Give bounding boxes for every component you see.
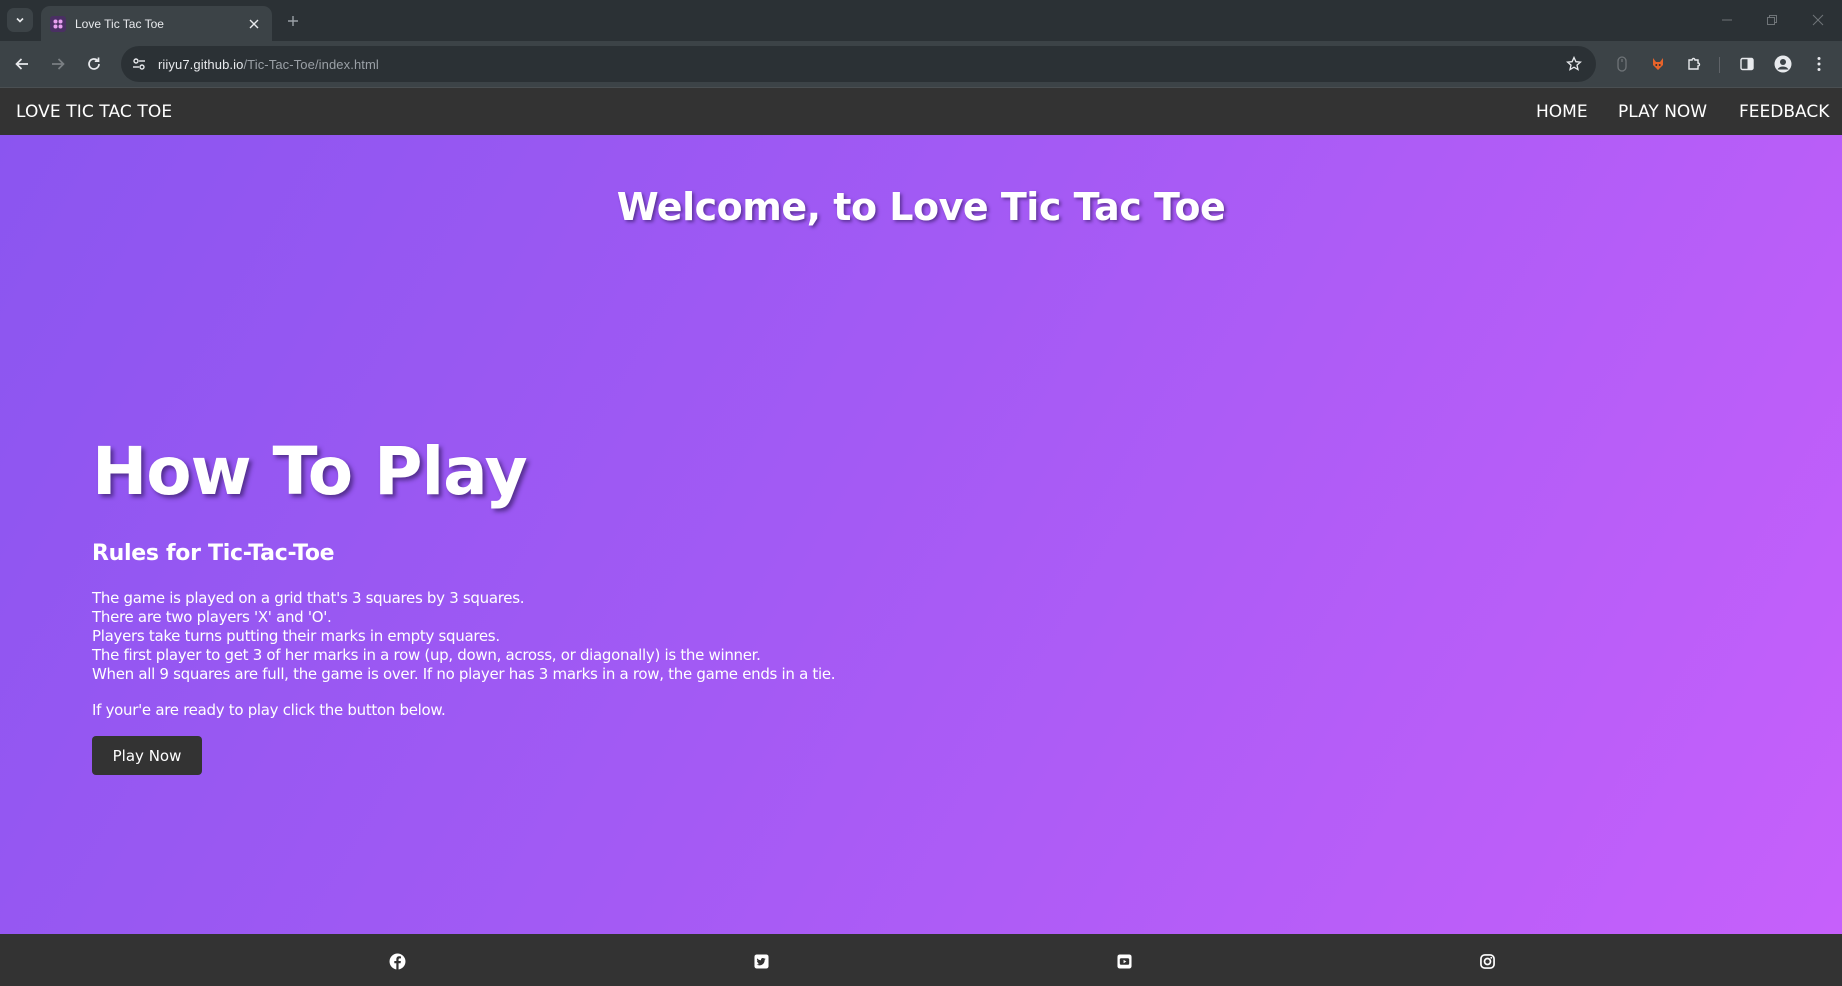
url-path: /Tic-Tac-Toe/index.html: [243, 56, 379, 72]
rules-list: The game is played on a grid that's 3 sq…: [92, 589, 836, 684]
back-button[interactable]: [7, 49, 37, 79]
reload-button[interactable]: [79, 49, 109, 79]
tab-close-button[interactable]: [245, 15, 263, 33]
address-bar[interactable]: riiyu7.github.io/Tic-Tac-Toe/index.html: [121, 46, 1596, 82]
url-host: riiyu7.github.io: [158, 56, 244, 72]
site-navbar: LOVE TIC TAC TOE HOME PLAY NOW FEEDBACK: [0, 87, 1842, 135]
close-icon: [1812, 14, 1824, 26]
url-text: riiyu7.github.io/Tic-Tac-Toe/index.html: [158, 57, 379, 72]
profile-button[interactable]: [1768, 49, 1798, 79]
rule-line: When all 9 squares are full, the game is…: [92, 665, 836, 683]
twitter-icon: [753, 953, 769, 969]
tab-title: Love Tic Tac Toe: [75, 16, 164, 31]
restore-icon: [1767, 15, 1777, 25]
mouse-icon: [1617, 56, 1627, 72]
arrow-right-icon: [52, 58, 65, 70]
profile-avatar-icon: [1774, 55, 1792, 73]
rules-title: Rules for Tic-Tac-Toe: [92, 541, 335, 566]
hero-section: Welcome, to Love Tic Tac Toe How To Play…: [0, 135, 1842, 934]
toolbar-divider: [1719, 57, 1720, 73]
bookmark-button[interactable]: [1562, 52, 1586, 76]
rule-line: Players take turns putting their marks i…: [92, 627, 500, 645]
minimize-icon: [1722, 19, 1732, 21]
nav-link-feedback[interactable]: FEEDBACK: [1739, 102, 1829, 122]
fox-extension-icon: [1653, 58, 1663, 70]
extension-fox-button[interactable]: [1643, 49, 1673, 79]
browser-toolbar: riiyu7.github.io/Tic-Tac-Toe/index.html: [0, 41, 1842, 87]
new-tab-button[interactable]: [282, 10, 304, 32]
how-to-play-heading: How To Play: [92, 433, 528, 510]
forward-button[interactable]: [43, 49, 73, 79]
twitter-link[interactable]: [752, 952, 770, 970]
browser-menu-button[interactable]: [1804, 49, 1834, 79]
puzzle-icon: [1688, 57, 1701, 70]
arrow-left-icon: [15, 58, 28, 70]
youtube-link[interactable]: [1115, 952, 1133, 970]
reload-icon: [88, 57, 100, 70]
close-icon: [249, 19, 259, 28]
browser-tab-active[interactable]: Love Tic Tac Toe: [41, 6, 272, 41]
youtube-icon: [1116, 953, 1132, 969]
site-info-button[interactable]: [126, 51, 152, 77]
side-panel-button[interactable]: [1732, 49, 1762, 79]
browser-tab-bar: Love Tic Tac Toe: [0, 0, 1842, 41]
instagram-icon: [1479, 953, 1495, 969]
tune-icon: [133, 58, 145, 70]
facebook-icon: [389, 953, 405, 970]
site-brand-link[interactable]: LOVE TIC TAC TOE: [16, 102, 172, 122]
chevron-down-icon: [16, 17, 24, 23]
extensions-button[interactable]: [1679, 49, 1709, 79]
restore-window-button[interactable]: [1759, 8, 1785, 32]
welcome-heading: Welcome, to Love Tic Tac Toe: [616, 185, 1226, 229]
site-footer: [0, 934, 1842, 986]
rule-line: The game is played on a grid that's 3 sq…: [92, 589, 525, 607]
close-window-button[interactable]: [1805, 8, 1831, 32]
minimize-window-button[interactable]: [1714, 8, 1740, 32]
tab-favicon-icon: [50, 15, 66, 32]
extension-mouse-button[interactable]: [1607, 49, 1637, 79]
plus-icon: [288, 16, 298, 26]
more-vert-icon: [1817, 57, 1821, 71]
nav-link-play-now[interactable]: PLAY NOW: [1618, 102, 1707, 122]
ready-text: If your'e are ready to play click the bu…: [92, 701, 446, 719]
side-panel-icon: [1740, 57, 1754, 71]
rule-line: There are two players 'X' and 'O'.: [92, 608, 332, 626]
star-icon: [1566, 56, 1582, 71]
play-now-button[interactable]: Play Now: [92, 736, 202, 775]
facebook-link[interactable]: [388, 952, 406, 970]
instagram-link[interactable]: [1478, 952, 1496, 970]
rule-line: The first player to get 3 of her marks i…: [92, 646, 761, 664]
nav-link-home[interactable]: HOME: [1536, 102, 1588, 122]
website-viewport: LOVE TIC TAC TOE HOME PLAY NOW FEEDBACK …: [0, 87, 1842, 986]
tab-search-button[interactable]: [7, 8, 33, 32]
